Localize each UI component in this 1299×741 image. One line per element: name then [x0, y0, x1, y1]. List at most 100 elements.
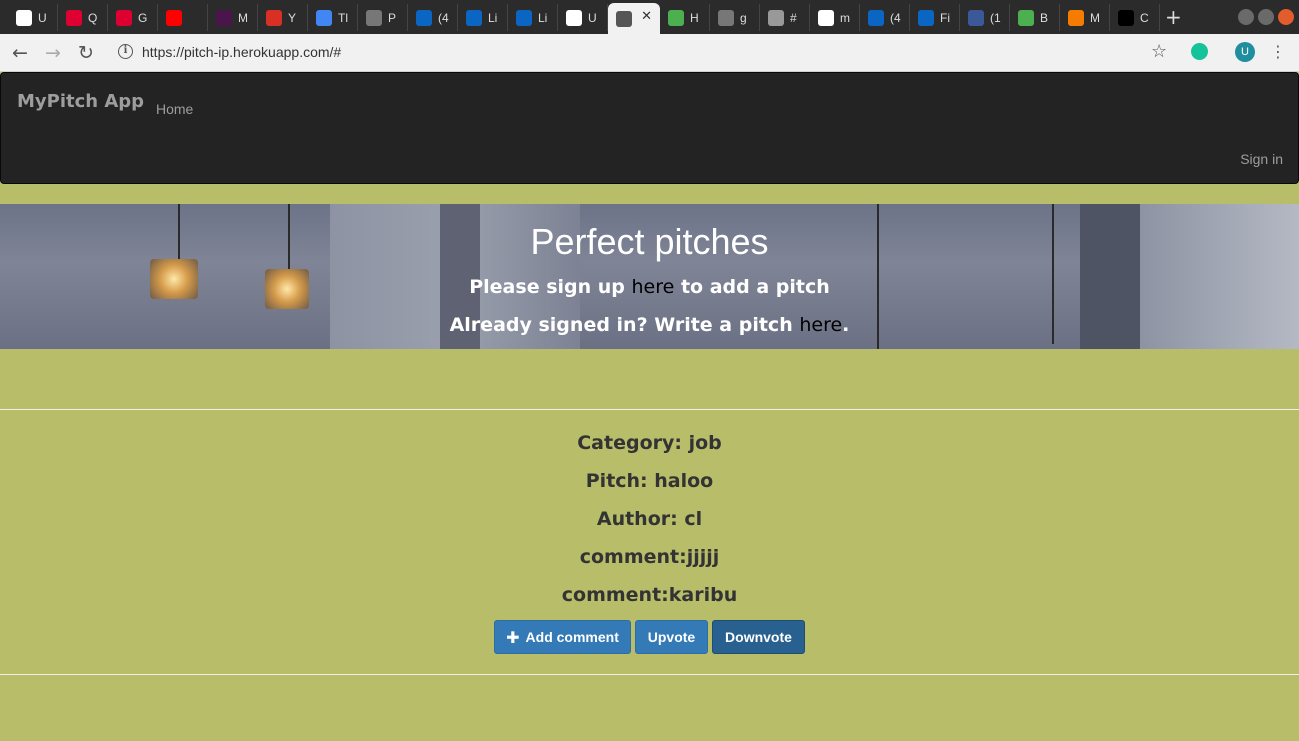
hero-write-line: Already signed in? Write a pitch here. [0, 314, 1299, 336]
hero-signup-text: Please sign up [469, 276, 632, 298]
browser-tab[interactable]: (4 [408, 4, 458, 31]
close-tab-icon[interactable]: ✕ [641, 9, 652, 24]
gmail-icon [266, 9, 282, 26]
pitch-category: Category: job [577, 432, 722, 454]
browser-tab[interactable]: m [810, 4, 860, 31]
browser-tab-title: M [238, 10, 248, 25]
browser-tab[interactable]: Li [458, 4, 508, 31]
downvote-button[interactable]: Downvote [712, 620, 805, 654]
url-bar[interactable]: https://pitch-ip.herokuapp.com/# [142, 44, 341, 60]
profile-avatar[interactable]: U [1235, 42, 1255, 62]
forward-icon[interactable]: → [45, 42, 61, 64]
browser-tab-title: G [138, 10, 148, 25]
site-navbar: MyPitch App Home Sign in [0, 72, 1299, 184]
browser-tab[interactable]: U [558, 4, 608, 31]
browser-tab[interactable]: Li [508, 4, 558, 31]
pitch-comment: comment:karibu [561, 584, 738, 606]
browser-tab[interactable]: H [660, 4, 710, 31]
youtube-icon [166, 9, 182, 26]
info-icon[interactable]: i [118, 44, 133, 59]
back-icon[interactable]: ← [12, 42, 28, 64]
browser-tab-title: (1 [990, 10, 1001, 25]
globe-icon [616, 10, 632, 27]
browser-tab[interactable]: M [1060, 4, 1110, 31]
browser-tab[interactable]: ✕ [608, 3, 660, 34]
close-window-icon[interactable] [1278, 9, 1294, 25]
browser-tab[interactable]: Tl [308, 4, 358, 31]
maximize-icon[interactable] [1258, 9, 1274, 25]
browser-tab-title: Fi [940, 10, 950, 25]
upvote-button[interactable]: Upvote [635, 620, 708, 654]
browser-tab-title: Li [538, 10, 548, 25]
linkedin-icon [516, 9, 532, 26]
bookmark-star-icon[interactable]: ☆ [1151, 41, 1167, 62]
linkedin-icon [466, 9, 482, 26]
globe-icon [366, 9, 382, 26]
browser-tab-title: m [840, 10, 850, 25]
browser-tab[interactable] [158, 4, 208, 31]
browser-tab[interactable]: M [208, 4, 258, 31]
browser-tab-title: M [1090, 10, 1100, 25]
github-icon [566, 9, 582, 26]
browser-tab[interactable]: (4 [860, 4, 910, 31]
navbar-brand[interactable]: MyPitch App [17, 91, 144, 112]
browser-tab-title: Li [488, 10, 498, 25]
pitch-author: Author: cl [596, 508, 703, 530]
browser-tab[interactable]: P [358, 4, 408, 31]
browser-tab-title: Tl [338, 10, 348, 25]
browser-tab[interactable]: (1 [960, 4, 1010, 31]
add-comment-button[interactable]: ✚ Add comment [494, 620, 631, 654]
grammarly-icon[interactable] [1191, 43, 1208, 60]
browser-tab[interactable]: C [1110, 4, 1160, 31]
page-icon [316, 9, 332, 26]
browser-tab[interactable]: Y [258, 4, 308, 31]
divider [0, 674, 1299, 675]
browser-tab[interactable]: Fi [910, 4, 960, 31]
browser-tab[interactable]: Q [58, 4, 108, 31]
plus-icon: ✚ [506, 627, 520, 647]
w3-icon [1018, 9, 1034, 26]
browser-tab[interactable]: # [760, 4, 810, 31]
browser-tab-title: P [388, 10, 397, 25]
angular-icon [116, 9, 132, 26]
browser-tab-title: U [588, 10, 597, 25]
browser-tab[interactable]: G [108, 4, 158, 31]
globe-icon [718, 9, 734, 26]
browser-tabstrip: U Q G M Y Tl P (4 Li Li U ✕ Hg # m (4 Fi (1 B M C + [0, 0, 1299, 34]
browser-tab[interactable]: B [1010, 4, 1060, 31]
browser-tab-title: (4 [438, 10, 449, 25]
angular-icon [66, 9, 82, 26]
browser-tab-title: H [690, 10, 699, 25]
browser-menu-icon[interactable]: ⋮ [1270, 42, 1286, 61]
browser-tab-title: C [1140, 10, 1149, 25]
write-pitch-here-link[interactable]: here [799, 314, 842, 336]
new-tab-icon[interactable]: + [1165, 5, 1182, 29]
browser-tab[interactable]: g [710, 4, 760, 31]
browser-tab[interactable]: U [8, 4, 58, 31]
w3-icon [668, 9, 684, 26]
sun-icon [1068, 9, 1084, 26]
linkedin-icon [918, 9, 934, 26]
hero-signup-line: Please sign up here to add a pitch [0, 276, 1299, 298]
linkedin-icon [416, 9, 432, 26]
minimize-icon[interactable] [1238, 9, 1254, 25]
browser-tab-title: B [1040, 10, 1049, 25]
reload-icon[interactable]: ↻ [78, 42, 94, 64]
nav-signin-link[interactable]: Sign in [1240, 151, 1283, 167]
code-icon [768, 9, 784, 26]
hero-title: Perfect pitches [530, 221, 769, 262]
browser-tab-title: (4 [890, 10, 901, 25]
facebook-icon [968, 9, 984, 26]
linkedin-icon [868, 9, 884, 26]
pitch-comment: comment:jjjjj [579, 546, 720, 568]
add-comment-label: Add comment [525, 629, 619, 645]
hero-write-text-end: . [842, 314, 850, 336]
browser-tab-title: U [38, 10, 47, 25]
hero-banner: Perfect pitches Please sign up here to a… [0, 204, 1299, 349]
hero-write-text: Already signed in? Write a pitch [449, 314, 800, 336]
signup-here-link[interactable]: here [632, 276, 675, 298]
nav-home-link[interactable]: Home [156, 101, 193, 117]
browser-tab-title: # [790, 10, 797, 25]
pitch-text: Pitch: haloo [585, 470, 714, 492]
browser-tab-title: Y [288, 10, 297, 25]
